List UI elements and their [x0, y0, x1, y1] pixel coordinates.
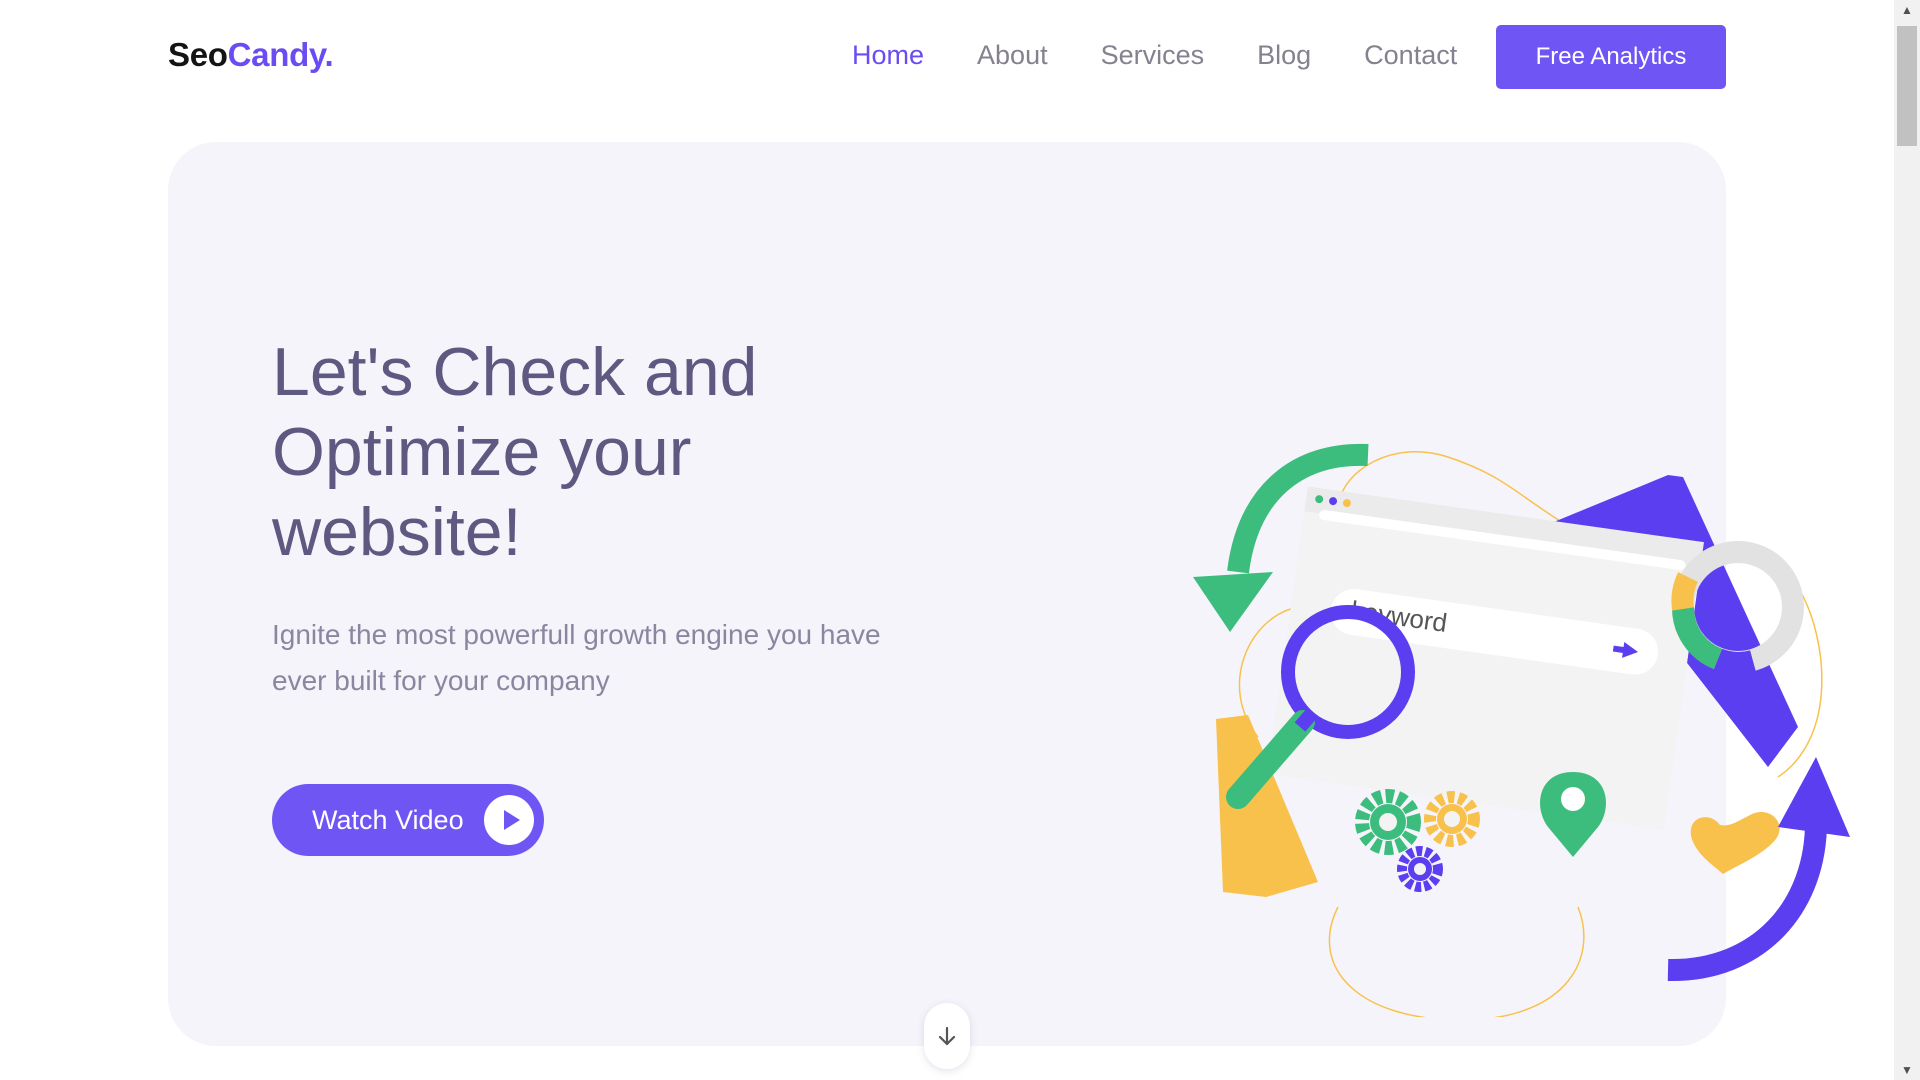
- page-scrollbar[interactable]: ▲ ▼: [1894, 0, 1920, 1080]
- watch-video-button[interactable]: Watch Video: [272, 784, 544, 856]
- nav-item-contact[interactable]: Contact: [1364, 40, 1457, 71]
- arrow-down-icon: [938, 1026, 956, 1046]
- gear-icon-green: [1355, 789, 1421, 855]
- scrollbar-up-icon[interactable]: ▲: [1894, 0, 1920, 20]
- brand-logo-part2: Candy.: [227, 36, 334, 73]
- gear-icon-purple: [1397, 846, 1443, 892]
- hero-section: Let's Check and Optimize your website! I…: [168, 142, 1850, 1046]
- nav-item-home[interactable]: Home: [852, 40, 924, 71]
- seo-illustration: keyword: [1193, 443, 1850, 1017]
- brand-logo[interactable]: SeoCandy.: [168, 36, 334, 74]
- decor-line: [1328, 906, 1585, 1017]
- nav-item-about[interactable]: About: [977, 40, 1048, 71]
- hero-title: Let's Check and Optimize your website!: [272, 334, 758, 570]
- page: SeoCandy. Home About Services Blog Conta…: [0, 0, 1920, 1080]
- location-pin-icon: [1540, 772, 1606, 857]
- brand-logo-part1: Seo: [168, 36, 228, 73]
- donut-segment: [1671, 572, 1699, 611]
- hero-subtitle: Ignite the most powerfull growth engine …: [272, 619, 881, 696]
- scrollbar-down-icon[interactable]: ▼: [1894, 1060, 1920, 1080]
- browser-window: keyword: [1267, 486, 1704, 830]
- scrollbar-thumb[interactable]: [1897, 26, 1917, 146]
- refresh-arrowhead-green: [1193, 572, 1273, 632]
- play-icon: [484, 795, 534, 845]
- scroll-down-button[interactable]: [924, 1003, 970, 1069]
- free-analytics-button[interactable]: Free Analytics: [1496, 25, 1726, 89]
- site-header: SeoCandy. Home About Services Blog Conta…: [0, 0, 1894, 110]
- nav-item-blog[interactable]: Blog: [1257, 40, 1311, 71]
- donut-segment: [1713, 648, 1756, 674]
- gear-icon-yellow: [1424, 791, 1480, 847]
- watch-video-label: Watch Video: [312, 804, 464, 835]
- heart-icon: [1690, 812, 1780, 874]
- main-nav: Home About Services Blog Contact: [852, 40, 1510, 71]
- nav-item-services[interactable]: Services: [1101, 40, 1205, 71]
